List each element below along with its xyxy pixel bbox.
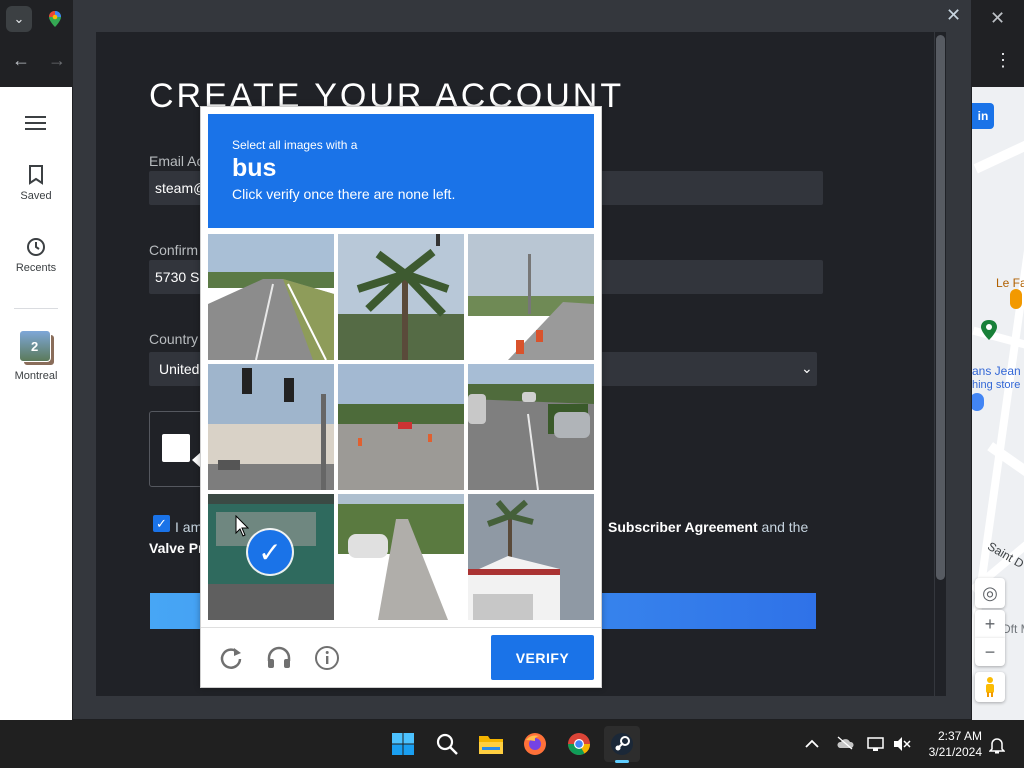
confirm-email-label: Confirm bbox=[149, 242, 199, 258]
search-icon[interactable] bbox=[429, 726, 465, 762]
captcha-tile-house-palm[interactable] bbox=[468, 494, 594, 620]
captcha-tile-street-car[interactable] bbox=[338, 494, 464, 620]
back-arrow-icon[interactable]: ← bbox=[12, 50, 30, 71]
volume-muted-icon[interactable] bbox=[893, 736, 911, 755]
sidebar-item-label: Saved bbox=[20, 190, 52, 202]
zoom-out-button[interactable]: − bbox=[975, 638, 1005, 666]
reload-icon[interactable] bbox=[218, 645, 244, 671]
zoom-in-button[interactable]: + bbox=[975, 610, 1005, 638]
history-icon bbox=[27, 238, 45, 256]
file-explorer-icon[interactable] bbox=[473, 726, 509, 762]
captcha-tile-road-construction[interactable] bbox=[468, 234, 594, 360]
my-location-button[interactable]: ◎ bbox=[975, 578, 1005, 608]
restaurant-pin-icon[interactable] bbox=[1010, 289, 1022, 309]
network-icon[interactable] bbox=[867, 736, 885, 755]
sidebar-item-montreal[interactable]: 2 Montreal bbox=[0, 330, 72, 382]
system-clock[interactable]: 2:37 AM 3/21/2024 bbox=[926, 728, 982, 760]
chevron-down-icon[interactable]: ⌄ bbox=[801, 360, 813, 377]
sidebar-item-label: Montreal bbox=[14, 370, 58, 382]
divider bbox=[201, 627, 601, 628]
recaptcha-checkbox[interactable] bbox=[162, 434, 190, 462]
map-label: hing store bbox=[972, 379, 1021, 391]
agree-text-start: I am bbox=[175, 519, 203, 535]
sidebar-item-label: Recents bbox=[15, 262, 57, 274]
shop-pin-icon[interactable] bbox=[972, 393, 984, 411]
bookmark-icon bbox=[29, 165, 43, 185]
google-maps-icon[interactable] bbox=[46, 10, 64, 28]
captcha-tile-traffic-lights[interactable] bbox=[208, 364, 334, 490]
onedrive-icon[interactable] bbox=[836, 736, 854, 753]
sidebar-item-recents[interactable]: Recents bbox=[0, 236, 72, 274]
map-label: Le Fa bbox=[996, 276, 1024, 290]
subscriber-agreement-link[interactable]: Subscriber Agreement bbox=[608, 519, 758, 535]
steam-icon[interactable] bbox=[604, 726, 640, 762]
captcha-target-word: bus bbox=[232, 154, 277, 182]
captcha-instruction-sub: Click verify once there are none left. bbox=[232, 186, 456, 202]
captcha-tile-palm-tree[interactable] bbox=[338, 234, 464, 360]
hamburger-menu-icon[interactable] bbox=[25, 114, 47, 137]
scrollbar-thumb[interactable] bbox=[936, 35, 945, 580]
map-label: Dft M bbox=[1002, 622, 1024, 636]
email-label: Email Ac bbox=[149, 153, 204, 169]
firefox-icon[interactable] bbox=[517, 726, 553, 762]
agree-text-end: Subscriber Agreement and the bbox=[608, 519, 808, 535]
more-menu-icon[interactable]: ⋮ bbox=[994, 50, 1012, 71]
clock-date: 3/21/2024 bbox=[928, 745, 982, 759]
window-close-icon[interactable]: ✕ bbox=[990, 8, 1005, 29]
captcha-tile-bus[interactable]: ✓ bbox=[208, 494, 334, 620]
sidebar-item-saved[interactable]: Saved bbox=[0, 164, 72, 202]
chevron-up-icon[interactable] bbox=[805, 736, 819, 752]
verify-button[interactable]: VERIFY bbox=[491, 635, 594, 680]
captcha-tile-cars-on-road[interactable] bbox=[468, 364, 594, 490]
agree-checkbox[interactable]: ✓ bbox=[153, 515, 170, 532]
notification-bell-icon[interactable] bbox=[988, 736, 1006, 757]
forward-arrow-icon[interactable]: → bbox=[48, 50, 66, 71]
captcha-tile-highway[interactable] bbox=[208, 234, 334, 360]
sign-in-button[interactable]: in bbox=[972, 103, 994, 129]
agree-text-line2: Valve Pr bbox=[149, 540, 204, 556]
windows-start-icon[interactable] bbox=[385, 726, 421, 762]
valve-privacy-link[interactable]: Valve Pr bbox=[149, 540, 204, 556]
close-icon[interactable]: ✕ bbox=[946, 5, 961, 26]
place-thumbnail: 2 bbox=[19, 330, 55, 366]
info-icon[interactable] bbox=[314, 645, 340, 671]
country-value: United bbox=[159, 361, 200, 377]
country-label: Country bbox=[149, 331, 199, 347]
active-app-indicator bbox=[615, 760, 629, 763]
checkmark-icon: ✓ bbox=[248, 530, 292, 574]
clock-time: 2:37 AM bbox=[937, 729, 982, 743]
pegman-icon[interactable] bbox=[975, 672, 1005, 702]
chevron-down-icon[interactable]: ⌄ bbox=[6, 6, 32, 32]
captcha-tile-parking-lot[interactable] bbox=[338, 364, 464, 490]
agree-and-the: and the bbox=[757, 519, 809, 535]
count-badge: 2 bbox=[31, 339, 39, 354]
audio-headphones-icon[interactable] bbox=[266, 645, 292, 671]
place-pin-icon[interactable] bbox=[980, 319, 998, 341]
captcha-instruction: Select all images with a bbox=[232, 138, 358, 152]
divider bbox=[14, 308, 58, 309]
map-label: ans Jean bbox=[972, 364, 1021, 378]
mouse-cursor-icon bbox=[235, 514, 250, 542]
chrome-icon[interactable] bbox=[561, 726, 597, 762]
confirm-email-value: 5730 S bbox=[155, 269, 200, 285]
